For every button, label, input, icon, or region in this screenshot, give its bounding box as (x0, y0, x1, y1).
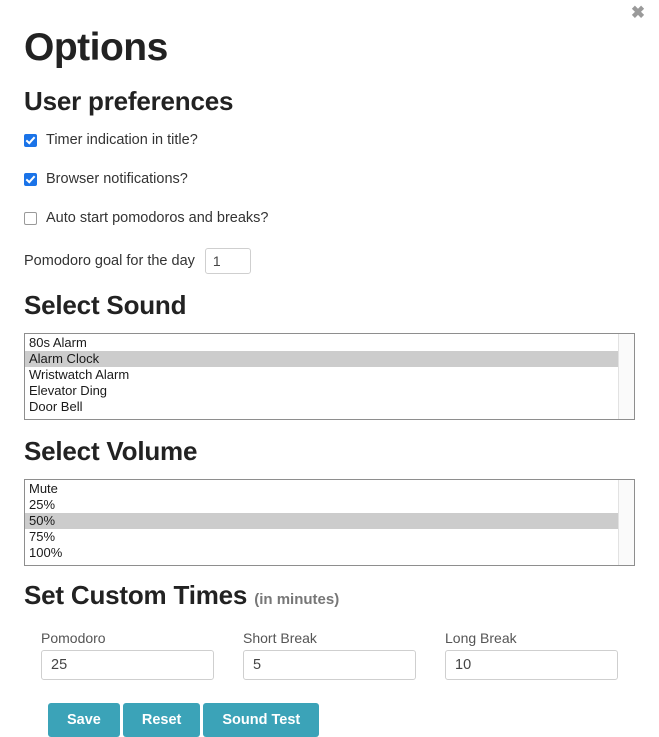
sound-option-selected[interactable]: Alarm Clock (25, 351, 618, 367)
pomodoro-goal-row: Pomodoro goal for the day (24, 248, 635, 274)
checkbox-label-timer-indication: Timer indication in title? (46, 132, 198, 148)
time-label-long-break: Long Break (445, 630, 517, 646)
volume-listbox-scrollbar[interactable] (618, 480, 634, 565)
time-input-pomodoro[interactable] (41, 650, 214, 680)
pomodoro-goal-input[interactable] (204, 248, 251, 274)
volume-option[interactable]: 75% (25, 529, 618, 545)
sound-option[interactable]: 80s Alarm (25, 335, 618, 351)
time-field-short-break: Short Break (243, 629, 416, 680)
preference-row-auto-start[interactable]: Auto start pomodoros and breaks? (24, 208, 635, 228)
action-buttons: Save Reset Sound Test (24, 703, 635, 737)
time-field-pomodoro: Pomodoro (41, 629, 214, 680)
sound-option-list: 80s Alarm Alarm Clock Wristwatch Alarm E… (25, 334, 618, 419)
volume-option[interactable]: Mute (25, 481, 618, 497)
checkbox-label-browser-notifications: Browser notifications? (46, 171, 188, 187)
volume-option[interactable]: 25% (25, 497, 618, 513)
checkbox-timer-indication[interactable] (24, 133, 37, 147)
pomodoro-goal-label: Pomodoro goal for the day (24, 253, 195, 269)
preferences-list: Timer indication in title? Browser notif… (24, 130, 635, 228)
checkbox-browser-notifications[interactable] (24, 172, 37, 186)
options-dialog: ✖ Options User preferences Timer indicat… (0, 0, 659, 737)
time-label-pomodoro: Pomodoro (41, 630, 106, 646)
sound-option[interactable]: Wristwatch Alarm (25, 367, 618, 383)
preference-row-browser-notifications[interactable]: Browser notifications? (24, 169, 635, 189)
reset-button[interactable]: Reset (122, 703, 201, 737)
custom-times-heading-suffix: (in minutes) (254, 591, 340, 608)
select-sound-heading: Select Sound (24, 290, 187, 320)
sound-listbox[interactable]: 80s Alarm Alarm Clock Wristwatch Alarm E… (24, 333, 635, 420)
volume-option-selected[interactable]: 50% (25, 513, 618, 529)
checkbox-label-auto-start: Auto start pomodoros and breaks? (46, 210, 269, 226)
close-icon[interactable]: ✖ (627, 2, 649, 24)
checkbox-auto-start[interactable] (24, 211, 37, 225)
save-button[interactable]: Save (48, 703, 120, 737)
sound-test-button[interactable]: Sound Test (203, 703, 320, 737)
sound-option[interactable]: Elevator Ding (25, 383, 618, 399)
custom-times-heading: Set Custom Times (in minutes) (24, 566, 635, 615)
user-preferences-heading: User preferences (24, 86, 234, 116)
volume-option-list: Mute 25% 50% 75% 100% (25, 480, 618, 565)
preference-row-timer-indication[interactable]: Timer indication in title? (24, 130, 635, 150)
sound-option[interactable]: Door Bell (25, 399, 618, 415)
volume-listbox[interactable]: Mute 25% 50% 75% 100% (24, 479, 635, 566)
select-volume-heading: Select Volume (24, 436, 198, 466)
page-title: Options (24, 26, 168, 69)
time-field-long-break: Long Break (445, 629, 618, 680)
custom-times-fields: Pomodoro Short Break Long Break (24, 629, 635, 680)
custom-times-heading-text: Set Custom Times (24, 580, 248, 610)
volume-option[interactable]: 100% (25, 545, 618, 561)
time-input-short-break[interactable] (243, 650, 416, 680)
time-input-long-break[interactable] (445, 650, 618, 680)
time-label-short-break: Short Break (243, 630, 317, 646)
sound-listbox-scrollbar[interactable] (618, 334, 634, 419)
